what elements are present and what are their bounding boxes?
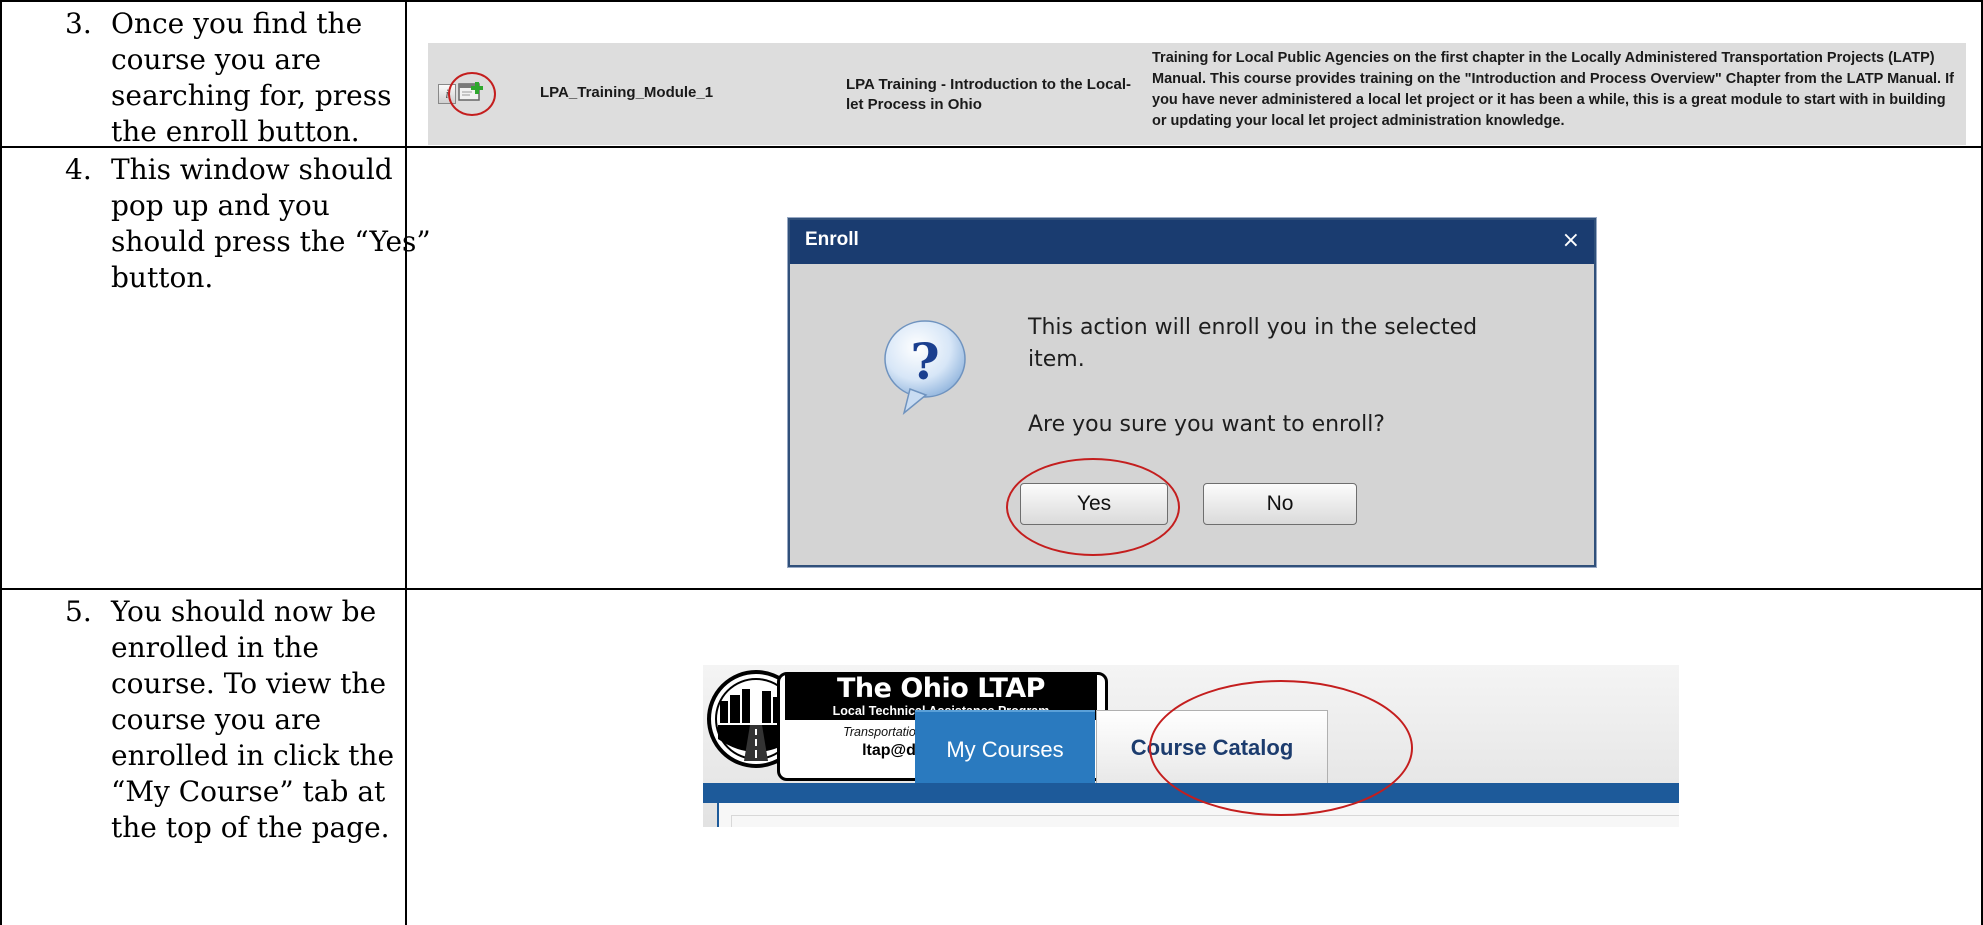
question-mark-icon: ? xyxy=(884,320,966,416)
course-title: LPA Training - Introduction to the Local… xyxy=(846,76,1131,113)
content-panel xyxy=(731,815,1679,827)
instruction-table: 3. Once you find the course you are sear… xyxy=(0,0,1983,925)
dialog-message: This action will enroll you in the selec… xyxy=(1028,315,1478,372)
course-catalog-row: i LPA_Training_Module_1 LPA Training - I… xyxy=(428,43,1966,145)
course-description: Training for Local Public Agencies on th… xyxy=(1152,50,1954,129)
step-number: 5. xyxy=(65,595,92,628)
step-number: 4. xyxy=(65,153,92,186)
dialog-titlebar: Enroll × xyxy=(790,220,1594,264)
highlight-circle xyxy=(448,72,496,116)
step-number: 3. xyxy=(65,7,92,40)
no-button[interactable]: No xyxy=(1203,483,1357,525)
row-divider xyxy=(0,588,1983,590)
close-icon[interactable]: × xyxy=(1562,228,1580,253)
ltap-site-header: The Ohio LTAP Center Local Technical Ass… xyxy=(703,665,1679,827)
highlight-circle xyxy=(1149,680,1413,816)
svg-text:?: ? xyxy=(910,332,939,391)
course-code[interactable]: LPA_Training_Module_1 xyxy=(540,84,713,101)
dialog-question: Are you sure you want to enroll? xyxy=(1028,412,1385,437)
tab-my-courses[interactable]: My Courses xyxy=(915,710,1095,787)
step-text: This window should pop up and you should… xyxy=(111,153,431,294)
table-border-top xyxy=(0,0,1983,2)
enroll-dialog: Enroll × ? This action will enroll you i… xyxy=(788,218,1596,567)
dialog-title: Enroll xyxy=(805,229,859,250)
highlight-circle xyxy=(1006,458,1180,556)
table-border-left xyxy=(0,0,2,925)
logo-title: The Ohio LTAP Center xyxy=(785,675,1097,731)
step-text: You should now be enrolled in the course… xyxy=(111,595,395,844)
step-text: Once you find the course you are searchi… xyxy=(111,7,392,148)
